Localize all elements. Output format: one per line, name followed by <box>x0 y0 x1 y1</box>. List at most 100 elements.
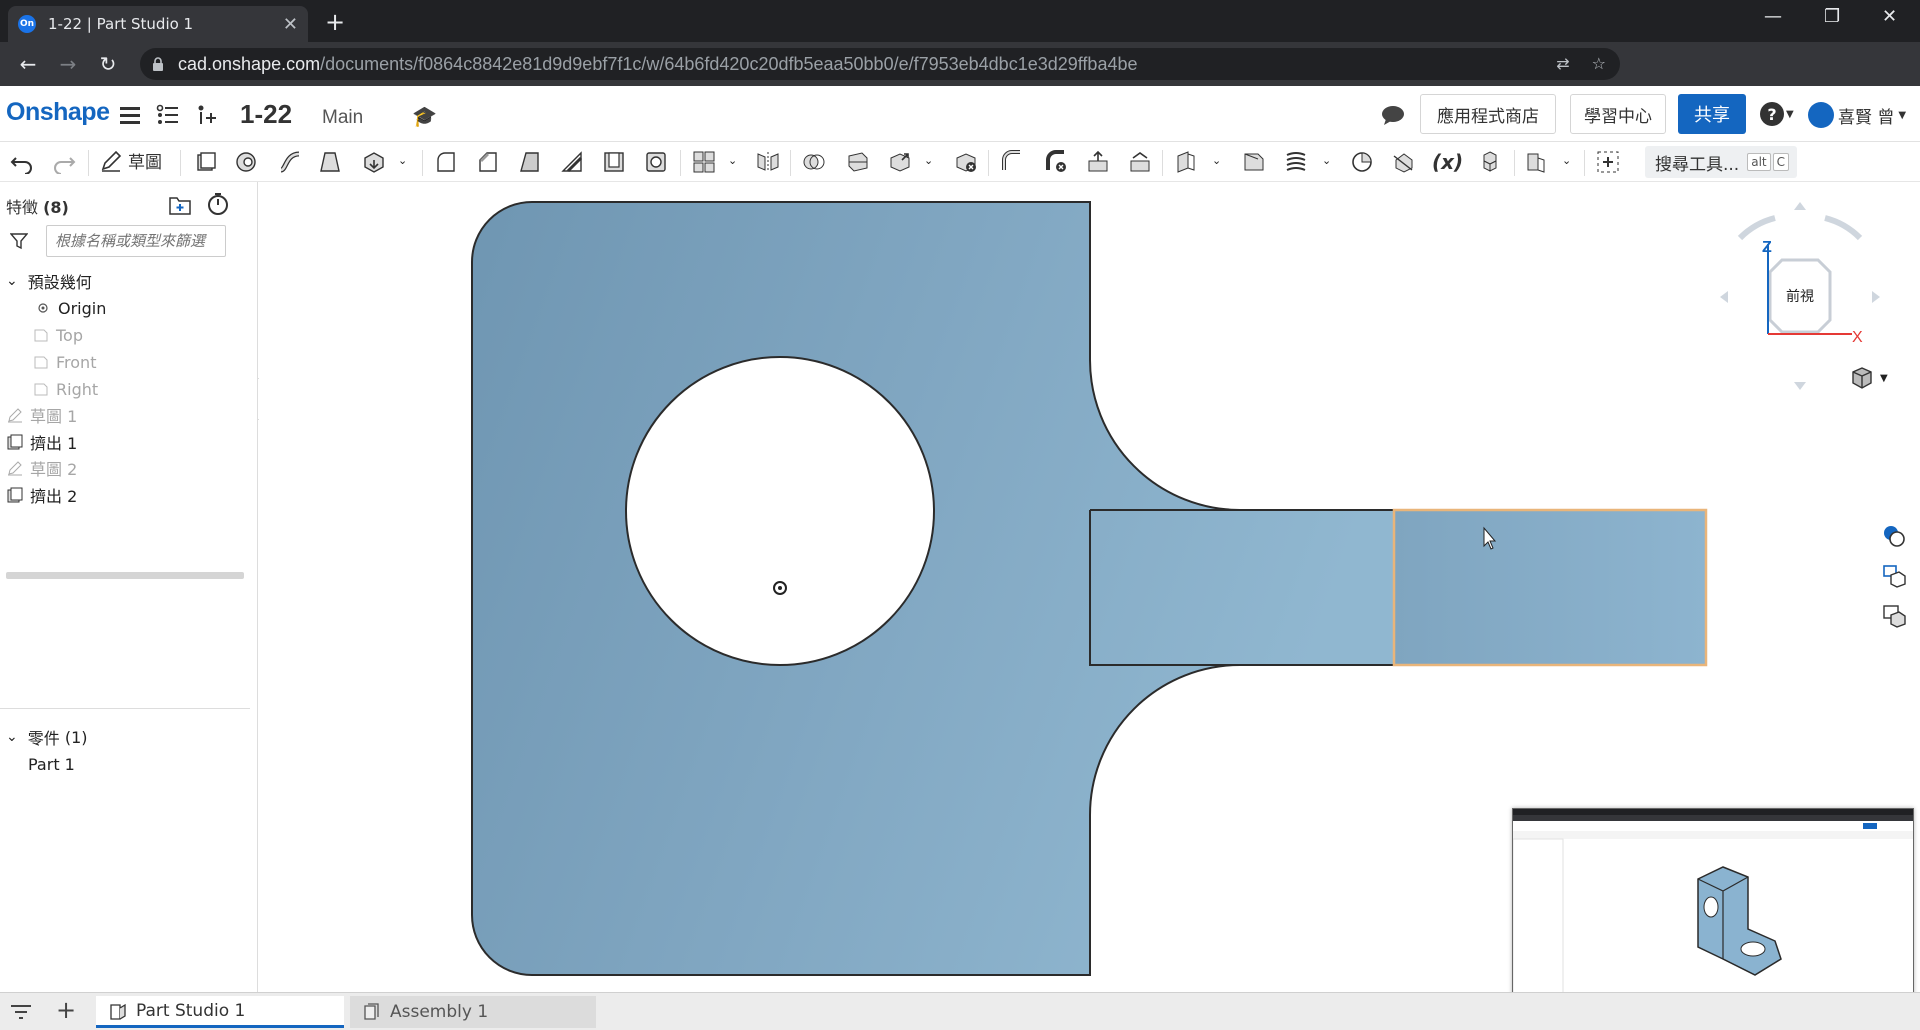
delete-part-icon[interactable] <box>954 150 978 174</box>
add-folder-icon[interactable] <box>168 194 192 216</box>
helix-icon[interactable] <box>1284 150 1308 174</box>
measure-icon[interactable] <box>1350 150 1374 174</box>
selected-face[interactable] <box>1392 508 1708 667</box>
sheet-metal-icon[interactable] <box>1524 150 1548 174</box>
draft-icon[interactable] <box>518 150 542 174</box>
part-hole[interactable] <box>625 356 935 666</box>
rollback-bar[interactable] <box>6 572 244 579</box>
rotate-right-arc-icon[interactable] <box>1824 215 1863 241</box>
fillet-icon[interactable] <box>434 150 458 174</box>
loft-icon[interactable] <box>318 150 342 174</box>
minimize-icon[interactable]: — <box>1764 6 1782 27</box>
new-tab-icon[interactable]: + <box>325 8 345 36</box>
browser-tab[interactable]: On 1-22 | Part Studio 1 ✕ <box>8 6 308 42</box>
feature-list-icon[interactable] <box>156 104 180 126</box>
variable-icon[interactable]: (x) <box>1432 150 1463 174</box>
view-up-arrow-icon[interactable] <box>1794 202 1806 210</box>
help-menu[interactable]: ? ▼ <box>1760 102 1794 126</box>
search-tools-button[interactable]: 搜尋工具... alt C <box>1645 146 1797 178</box>
view-right-arrow-icon[interactable] <box>1872 291 1880 303</box>
tree-item-sketch-2[interactable]: 草圖 2 <box>6 455 77 481</box>
tab-part-studio-1[interactable]: Part Studio 1 <box>96 996 344 1028</box>
url-omnibox[interactable]: cad.onshape.com/documents/f0864c8842e81d… <box>140 48 1620 80</box>
section-view-icon[interactable] <box>1392 150 1416 174</box>
tab-assembly-1[interactable]: Assembly 1 <box>350 996 596 1028</box>
hole-icon[interactable] <box>644 150 668 174</box>
comments-icon[interactable] <box>1380 104 1406 126</box>
chevron-down-icon[interactable]: ⌄ <box>924 154 933 167</box>
tree-item-origin[interactable]: Origin <box>34 295 106 321</box>
mate-connector-icon[interactable] <box>1242 150 1266 174</box>
bom-panel-button[interactable] <box>1876 558 1912 594</box>
configurations-panel-button[interactable] <box>1876 598 1912 634</box>
sketch-pencil-icon <box>6 406 24 424</box>
forward-icon[interactable]: → <box>48 52 88 76</box>
undo-icon[interactable] <box>10 150 34 174</box>
document-title[interactable]: 1-22 <box>240 99 292 130</box>
chamfer-icon[interactable] <box>476 150 500 174</box>
tab-manager-icon[interactable] <box>10 1002 32 1022</box>
rollback-timer-icon[interactable] <box>206 192 230 216</box>
add-tab-icon[interactable]: + <box>56 996 76 1024</box>
workspace-branch[interactable]: Main <box>322 107 363 129</box>
default-geometry-group[interactable]: ⌄ 預設幾何 <box>6 268 92 294</box>
boolean-icon[interactable] <box>802 150 826 174</box>
delete-face-icon[interactable] <box>1044 150 1068 174</box>
window-close-icon[interactable]: ✕ <box>1882 6 1897 27</box>
view-mode-menu[interactable]: ▼ <box>1850 366 1888 390</box>
hamburger-menu-icon[interactable] <box>118 104 142 126</box>
assembly-parts-icon[interactable] <box>1478 150 1502 174</box>
back-icon[interactable]: ← <box>8 52 48 76</box>
split-icon[interactable] <box>846 150 870 174</box>
graduation-cap-icon[interactable]: 🎓 <box>412 104 437 128</box>
chevron-down-icon[interactable]: ⌄ <box>728 154 737 167</box>
shell-icon[interactable] <box>602 150 626 174</box>
feature-filter-input[interactable] <box>46 225 226 257</box>
translate-icon[interactable]: ⇄ <box>1556 54 1569 73</box>
tree-item-top-plane[interactable]: Top <box>32 322 83 348</box>
tree-item-extrude-1[interactable]: 擠出 1 <box>6 429 77 455</box>
tab-label: Assembly 1 <box>390 1002 489 1022</box>
insert-feature-icon[interactable] <box>196 104 220 126</box>
reload-icon[interactable]: ↻ <box>88 52 128 76</box>
add-custom-feature-icon[interactable] <box>1596 150 1620 174</box>
thicken-icon[interactable] <box>362 150 386 174</box>
redo-icon[interactable] <box>52 150 76 174</box>
mirror-icon[interactable] <box>756 150 780 174</box>
learning-center-button[interactable]: 學習中心 <box>1570 94 1666 134</box>
parts-group[interactable]: ⌄ 零件 (1) <box>6 724 88 750</box>
app-store-button[interactable]: 應用程式商店 <box>1420 94 1556 134</box>
tree-item-right-plane[interactable]: Right <box>32 376 98 402</box>
share-button[interactable]: 共享 <box>1678 94 1746 134</box>
move-face-icon[interactable] <box>1086 150 1110 174</box>
tree-item-part-1[interactable]: Part 1 <box>28 751 75 777</box>
rib-icon[interactable] <box>560 150 584 174</box>
revolve-icon[interactable] <box>234 150 258 174</box>
chevron-down-icon[interactable]: ⌄ <box>1212 154 1221 167</box>
transform-icon[interactable] <box>888 150 912 174</box>
view-left-arrow-icon[interactable] <box>1720 291 1728 303</box>
chevron-down-icon[interactable]: ⌄ <box>398 154 407 167</box>
sweep-icon[interactable] <box>278 150 302 174</box>
sketch-button[interactable]: 草圖 <box>100 148 162 173</box>
appearance-panel-button[interactable] <box>1876 518 1912 554</box>
bookmark-star-icon[interactable]: ☆ <box>1592 54 1606 73</box>
tree-item-sketch-1[interactable]: 草圖 1 <box>6 402 77 428</box>
part-main-face[interactable] <box>471 201 1395 976</box>
chevron-down-icon[interactable]: ⌄ <box>1322 154 1331 167</box>
tree-item-front-plane[interactable]: Front <box>32 349 96 375</box>
rotate-left-arc-icon[interactable] <box>1737 215 1776 241</box>
filter-icon[interactable] <box>10 232 28 250</box>
plane-icon[interactable] <box>1174 150 1198 174</box>
view-down-arrow-icon[interactable] <box>1794 382 1806 390</box>
chevron-down-icon[interactable]: ⌄ <box>1562 154 1571 167</box>
restore-icon[interactable]: ❐ <box>1824 6 1840 27</box>
replace-face-icon[interactable] <box>1128 150 1152 174</box>
close-tab-icon[interactable]: ✕ <box>283 14 298 35</box>
extrude-icon[interactable] <box>194 150 218 174</box>
linear-pattern-icon[interactable] <box>692 150 716 174</box>
onshape-logo[interactable]: Onshape <box>6 98 110 127</box>
modify-fillet-icon[interactable] <box>1000 150 1024 174</box>
user-menu[interactable]: 喜賢 曾 ▼ <box>1808 102 1906 128</box>
tree-item-extrude-2[interactable]: 擠出 2 <box>6 482 77 508</box>
